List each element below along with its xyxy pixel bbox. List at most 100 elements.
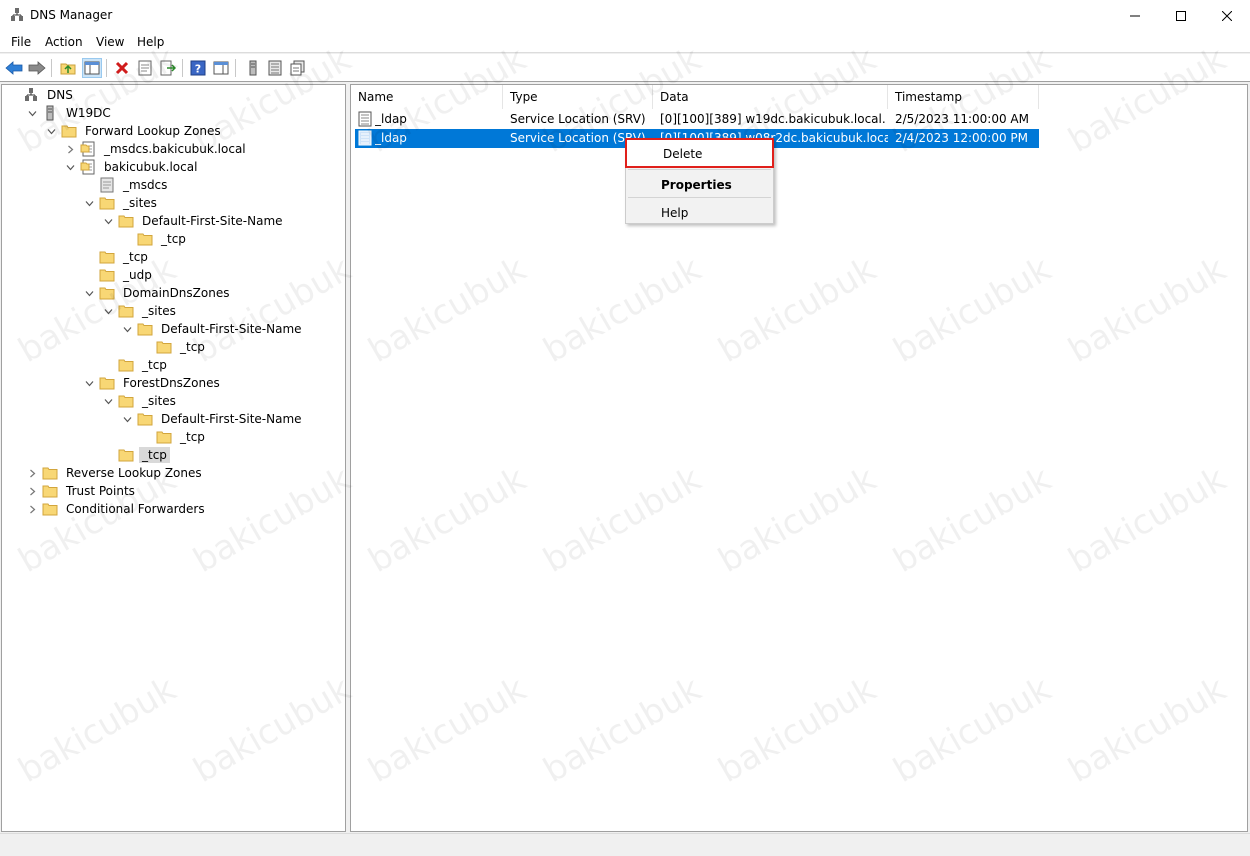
server-icon [42, 105, 58, 121]
tree-node[interactable]: DomainDnsZones [82, 284, 232, 302]
context-menu-help[interactable]: Help [628, 200, 771, 226]
tree-node[interactable]: _sites [101, 392, 179, 410]
chevron-down-icon[interactable] [120, 320, 134, 338]
results-pane[interactable]: Name Type Data Timestamp _ldap Service L… [350, 84, 1248, 832]
tree-node-label: _tcp [161, 232, 186, 246]
chevron-down-icon[interactable] [101, 392, 115, 410]
tree-node-label: Default-First-Site-Name [142, 214, 283, 228]
menu-action[interactable]: Action [45, 35, 83, 49]
tree-node[interactable]: _sites [101, 302, 179, 320]
tree-node[interactable]: _tcp [139, 338, 208, 356]
maximize-button[interactable] [1158, 0, 1204, 31]
cell-name: _ldap [375, 131, 407, 145]
tree-node-label: _udp [123, 268, 152, 282]
chevron-down-icon[interactable] [82, 284, 96, 302]
context-menu-delete[interactable]: Delete [625, 138, 774, 168]
cell-type: Service Location (SRV) [510, 112, 646, 126]
column-header-name[interactable]: Name [351, 85, 503, 109]
tree-node-label: Default-First-Site-Name [161, 322, 302, 336]
column-header-timestamp[interactable]: Timestamp [888, 85, 1039, 109]
tree-node[interactable]: _tcp [101, 446, 170, 464]
chevron-down-icon[interactable] [82, 374, 96, 392]
table-row[interactable]: _ldap Service Location (SRV) [0][100][38… [355, 110, 1039, 129]
chevron-right-icon[interactable] [25, 482, 39, 500]
column-header-type[interactable]: Type [503, 85, 653, 109]
export-list-icon[interactable] [158, 58, 178, 78]
tree-node[interactable]: DNS [6, 86, 76, 104]
menu-file[interactable]: File [11, 35, 31, 49]
chevron-down-icon[interactable] [120, 410, 134, 428]
chevron-right-icon[interactable] [25, 464, 39, 482]
tree-node[interactable]: _tcp [101, 356, 170, 374]
folder-icon [118, 393, 134, 409]
tree-node[interactable]: Default-First-Site-Name [120, 320, 305, 338]
cell-timestamp: 2/4/2023 12:00:00 PM [895, 131, 1029, 145]
chevron-down-icon[interactable] [101, 302, 115, 320]
folder-icon [156, 339, 172, 355]
tree-node[interactable]: Default-First-Site-Name [101, 212, 286, 230]
back-icon[interactable] [4, 58, 24, 78]
tree-node-label: _tcp [180, 340, 205, 354]
tree-node-label: bakicubuk.local [104, 160, 198, 174]
chevron-right-icon[interactable] [63, 140, 77, 158]
show-action-pane-icon[interactable] [211, 58, 231, 78]
status-bar [0, 833, 1250, 856]
help-icon[interactable]: ? [188, 58, 208, 78]
window-title: DNS Manager [30, 8, 113, 22]
tree-node[interactable]: _sites [82, 194, 160, 212]
chevron-down-icon[interactable] [44, 122, 58, 140]
svg-text:?: ? [195, 63, 201, 76]
cell-name: _ldap [375, 112, 407, 126]
menu-view[interactable]: View [96, 35, 124, 49]
show-hide-console-tree-icon[interactable] [82, 58, 102, 78]
context-menu-properties[interactable]: Properties [628, 172, 771, 198]
chevron-down-icon[interactable] [101, 212, 115, 230]
dns-icon [23, 87, 39, 103]
server-tb-icon[interactable] [243, 58, 263, 78]
zone-icon [80, 141, 96, 157]
chevron-down-icon[interactable] [82, 194, 96, 212]
tree-node-label: Reverse Lookup Zones [66, 466, 202, 480]
tree-node[interactable]: bakicubuk.local [63, 158, 200, 176]
chevron-down-icon[interactable] [63, 158, 77, 176]
folder-icon [42, 465, 58, 481]
tree-node[interactable]: W19DC [25, 104, 114, 122]
console-tree[interactable]: DNS W19DC Forward Lookup Zones _msdcs.bakic… [1, 84, 346, 832]
delete-icon[interactable] [112, 58, 132, 78]
record-list-icon[interactable] [265, 58, 285, 78]
chevron-right-icon[interactable] [25, 500, 39, 518]
forward-icon[interactable] [27, 58, 47, 78]
column-header-data[interactable]: Data [653, 85, 888, 109]
up-folder-icon[interactable] [58, 58, 78, 78]
tree-node[interactable]: Conditional Forwarders [25, 500, 208, 518]
tree-node[interactable]: Default-First-Site-Name [120, 410, 305, 428]
folder-icon [137, 231, 153, 247]
close-button[interactable] [1204, 0, 1250, 31]
tree-node[interactable]: _tcp [139, 428, 208, 446]
tree-node[interactable]: ForestDnsZones [82, 374, 223, 392]
tree-node-label: DomainDnsZones [123, 286, 230, 300]
folder-icon [137, 411, 153, 427]
tree-node-label: Default-First-Site-Name [161, 412, 302, 426]
tree-node-label: _sites [142, 394, 176, 408]
tree-node[interactable]: _tcp [82, 248, 151, 266]
tree-node[interactable]: _msdcs [82, 176, 170, 194]
tree-node[interactable]: Forward Lookup Zones [44, 122, 224, 140]
tree-node[interactable]: Reverse Lookup Zones [25, 464, 205, 482]
tree-node[interactable]: _msdcs.bakicubuk.local [63, 140, 249, 158]
tree-node[interactable]: _tcp [120, 230, 189, 248]
records-copy-icon[interactable] [288, 58, 308, 78]
minimize-button[interactable] [1112, 0, 1158, 31]
tree-node-label: _sites [123, 196, 157, 210]
properties-icon[interactable] [135, 58, 155, 78]
menu-help[interactable]: Help [137, 35, 164, 49]
tree-node[interactable]: _udp [82, 266, 155, 284]
chevron-down-icon[interactable] [25, 104, 39, 122]
tree-node[interactable]: Trust Points [25, 482, 138, 500]
folder-icon [99, 375, 115, 391]
